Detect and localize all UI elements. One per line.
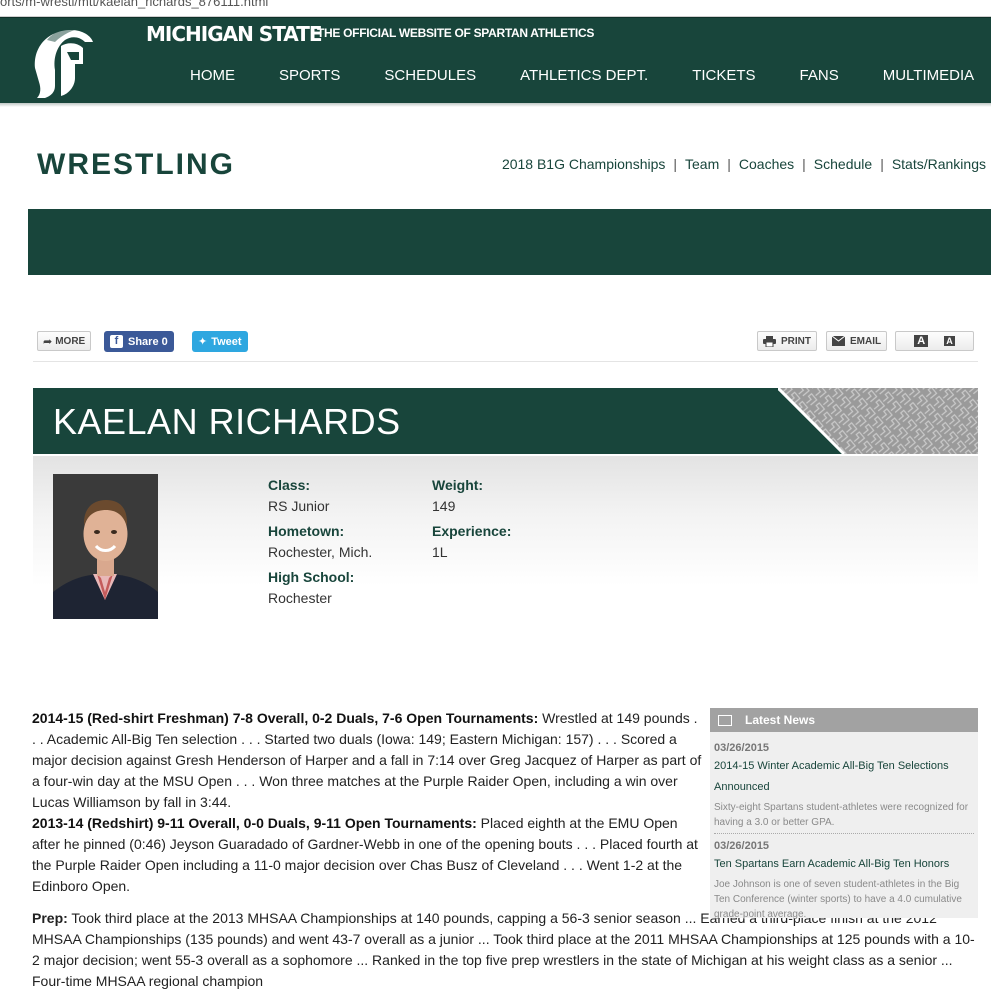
twitter-bird-icon: ✦ bbox=[198, 336, 208, 348]
email-button[interactable]: EMAIL bbox=[826, 331, 888, 351]
subnav-separator: | bbox=[673, 156, 678, 172]
experience-label: Experience: bbox=[432, 523, 512, 539]
share-arrow-icon: ➦ bbox=[43, 335, 53, 348]
site-header: MICHIGAN STATE THE OFFICIAL WEBSITE OF S… bbox=[0, 17, 991, 103]
nav-fans[interactable]: FANS bbox=[800, 67, 839, 84]
subnav-separator: | bbox=[727, 156, 731, 172]
nav-sports[interactable]: SPORTS bbox=[279, 67, 340, 84]
nav-multimedia[interactable]: MULTIMEDIA bbox=[883, 67, 974, 84]
michigan-state-wordmark[interactable]: MICHIGAN STATE bbox=[146, 22, 323, 46]
share-toolbar: ➦ MORE f Share 0 ✦ Tweet PRINT EMAIL A A bbox=[33, 330, 978, 362]
bio-article: 2014-15 (Red-shirt Freshman) 7-8 Overall… bbox=[32, 708, 704, 908]
print-button[interactable]: PRINT bbox=[757, 331, 817, 351]
subnav-schedule[interactable]: Schedule bbox=[814, 156, 872, 172]
subnav-stats-rankings[interactable]: Stats/Rankings bbox=[892, 156, 986, 172]
header-shadow bbox=[0, 103, 991, 107]
subnav-separator: | bbox=[802, 156, 806, 172]
bio-heading-2014-15: 2014-15 (Red-shirt Freshman) 7-8 Overall… bbox=[32, 710, 539, 726]
bio-heading-2013-14: 2013-14 (Redshirt) 9-11 Overall, 0-0 Dua… bbox=[32, 815, 477, 831]
subnav-separator: | bbox=[880, 156, 884, 172]
subnav-coaches[interactable]: Coaches bbox=[739, 156, 794, 172]
bio-heading-prep: Prep: bbox=[32, 910, 68, 926]
envelope-icon bbox=[832, 336, 845, 346]
tweet-label: Tweet bbox=[211, 335, 242, 348]
player-name: KAELAN RICHARDS bbox=[53, 401, 401, 442]
sport-title: WRESTLING bbox=[37, 148, 235, 181]
print-label: PRINT bbox=[781, 335, 811, 347]
spartan-helmet-logo[interactable] bbox=[27, 24, 97, 102]
sport-banner bbox=[28, 209, 991, 275]
facebook-icon: f bbox=[110, 335, 123, 348]
nav-tickets[interactable]: TICKETS bbox=[692, 67, 755, 84]
class-label: Class: bbox=[268, 477, 311, 493]
font-size-decrease-icon[interactable]: A bbox=[944, 336, 955, 346]
news-date: 03/26/2015 bbox=[714, 742, 770, 754]
subnav-team[interactable]: Team bbox=[685, 156, 719, 172]
news-headline-link[interactable]: 2014-15 Winter Academic All-Big Ten Sele… bbox=[714, 756, 974, 798]
latest-news-header: Latest News bbox=[710, 708, 978, 732]
greek-key-pattern bbox=[778, 388, 978, 454]
news-item[interactable]: 03/26/2015 2014-15 Winter Academic All-B… bbox=[710, 732, 978, 830]
latest-news-title: Latest News bbox=[745, 713, 816, 727]
site-tagline: THE OFFICIAL WEBSITE OF SPARTAN ATHLETIC… bbox=[317, 26, 595, 40]
main-nav: HOME SPORTS SCHEDULES ATHLETICS DEPT. TI… bbox=[190, 67, 974, 84]
weight-label: Weight: bbox=[432, 477, 484, 493]
player-headshot bbox=[53, 474, 158, 619]
class-value: RS Junior bbox=[268, 498, 330, 514]
facebook-share-label: Share 0 bbox=[128, 335, 168, 348]
highschool-value: Rochester bbox=[268, 590, 332, 606]
weight-value: 149 bbox=[432, 498, 456, 514]
news-item[interactable]: 03/26/2015 Ten Spartans Earn Academic Al… bbox=[710, 834, 978, 922]
news-summary: Sixty-eight Spartans student-athletes we… bbox=[714, 802, 969, 828]
url-text: orts/m-wrestl/mtt/kaelan_richards_876111… bbox=[0, 0, 269, 9]
more-button[interactable]: ➦ MORE bbox=[37, 331, 92, 351]
highschool-label: High School: bbox=[268, 569, 355, 585]
latest-news-widget: Latest News 03/26/2015 2014-15 Winter Ac… bbox=[710, 708, 978, 920]
font-size-controls: A A bbox=[895, 331, 974, 351]
printer-icon bbox=[763, 335, 776, 347]
player-info-panel: Class: RS Junior Hometown: Rochester, Mi… bbox=[33, 456, 978, 619]
hometown-label: Hometown: bbox=[268, 523, 345, 539]
tweet-button[interactable]: ✦ Tweet bbox=[192, 331, 248, 352]
nav-athletics-dept[interactable]: ATHLETICS DEPT. bbox=[520, 67, 648, 84]
font-size-increase-icon[interactable]: A bbox=[914, 335, 929, 347]
hometown-value: Rochester, Mich. bbox=[268, 544, 373, 560]
news-headline-link[interactable]: Ten Spartans Earn Academic All-Big Ten H… bbox=[714, 854, 974, 875]
nav-schedules[interactable]: SCHEDULES bbox=[384, 67, 476, 84]
bio-paragraph-2014-15: 2014-15 (Red-shirt Freshman) 7-8 Overall… bbox=[32, 708, 704, 813]
news-date: 03/26/2015 bbox=[714, 840, 770, 852]
bio-paragraph-2013-14: 2013-14 (Redshirt) 9-11 Overall, 0-0 Dua… bbox=[32, 813, 704, 897]
experience-value: 1L bbox=[432, 544, 448, 560]
nav-home[interactable]: HOME bbox=[190, 67, 235, 84]
more-label: MORE bbox=[55, 335, 86, 347]
news-list-icon bbox=[718, 714, 732, 726]
facebook-share-button[interactable]: f Share 0 bbox=[104, 331, 174, 352]
sport-subnav: 2018 B1G Championships | Team | Coaches | S… bbox=[502, 156, 986, 172]
email-label: EMAIL bbox=[850, 335, 882, 347]
news-summary: Joe Johnson is one of seven student-athl… bbox=[714, 879, 962, 920]
subnav-b1g-championships[interactable]: 2018 B1G Championships bbox=[502, 156, 665, 172]
address-bar[interactable]: orts/m-wrestl/mtt/kaelan_richards_876111… bbox=[0, 0, 991, 17]
player-name-bar: KAELAN RICHARDS bbox=[33, 388, 978, 454]
